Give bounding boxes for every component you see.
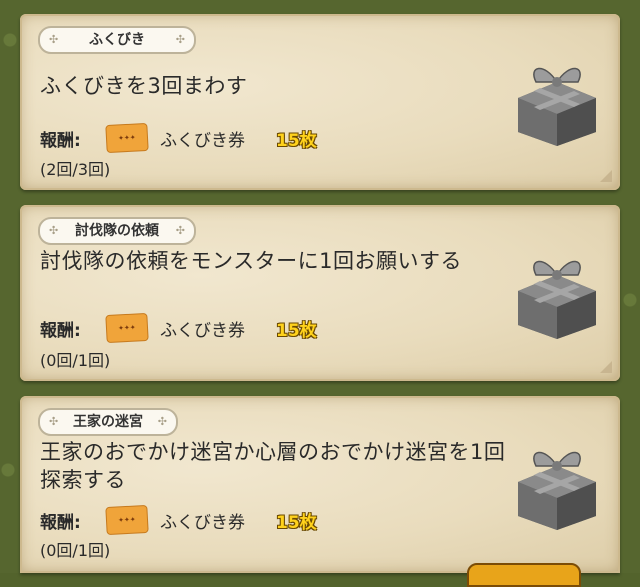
reward-label: 報酬: (40, 320, 81, 341)
reward-quantity: 15枚 (276, 320, 317, 341)
quest-title: 王家のおでかけ迷宮か心層のおでかけ迷宮を1回探索する (40, 440, 506, 492)
quest-card[interactable]: 王家の迷宮 王家のおでかけ迷宮か心層のおでかけ迷宮を1回探索する 報酬: ✦✦✦… (20, 396, 620, 573)
reward-name: ふくびき券 (160, 512, 245, 533)
quest-progress: (2回/3回) (40, 160, 111, 179)
quest-title: 討伐隊の依頼をモンスターに1回お願いする (40, 249, 462, 273)
quest-title: ふくびきを3回まわす (40, 74, 248, 98)
corner-decoration (600, 170, 612, 182)
quest-category-badge: 討伐隊の依頼 (38, 217, 196, 245)
reward-quantity: 15枚 (276, 130, 317, 151)
bottom-action-button[interactable] (467, 563, 581, 587)
gift-box-icon (518, 260, 596, 339)
quest-progress: (0回/1回) (40, 351, 111, 370)
reward-row: 報酬: ✦✦✦ ふくびき券 15枚 (40, 122, 317, 154)
gift-box-icon (518, 451, 596, 530)
fukubiki-ticket-icon: ✦✦✦ (105, 122, 149, 154)
quest-category-badge: ふくびき (38, 26, 196, 54)
fukubiki-ticket-icon: ✦✦✦ (105, 504, 149, 536)
quest-card[interactable]: 討伐隊の依頼 討伐隊の依頼をモンスターに1回お願いする 報酬: ✦✦✦ ふくびき… (20, 205, 620, 381)
reward-row: 報酬: ✦✦✦ ふくびき券 15枚 (40, 312, 317, 344)
reward-label: 報酬: (40, 512, 81, 533)
corner-decoration (600, 361, 612, 373)
reward-name: ふくびき券 (160, 320, 245, 341)
reward-label: 報酬: (40, 130, 81, 151)
gift-box-icon (518, 67, 596, 146)
quest-card[interactable]: ふくびき ふくびきを3回まわす 報酬: ✦✦✦ ふくびき券 15枚 (2回/3回… (20, 14, 620, 190)
reward-name: ふくびき券 (160, 130, 245, 151)
quest-progress: (0回/1回) (40, 541, 111, 560)
reward-quantity: 15枚 (276, 512, 317, 533)
fukubiki-ticket-icon: ✦✦✦ (105, 312, 149, 344)
reward-row: 報酬: ✦✦✦ ふくびき券 15枚 (40, 504, 317, 536)
quest-category-badge: 王家の迷宮 (38, 408, 178, 436)
